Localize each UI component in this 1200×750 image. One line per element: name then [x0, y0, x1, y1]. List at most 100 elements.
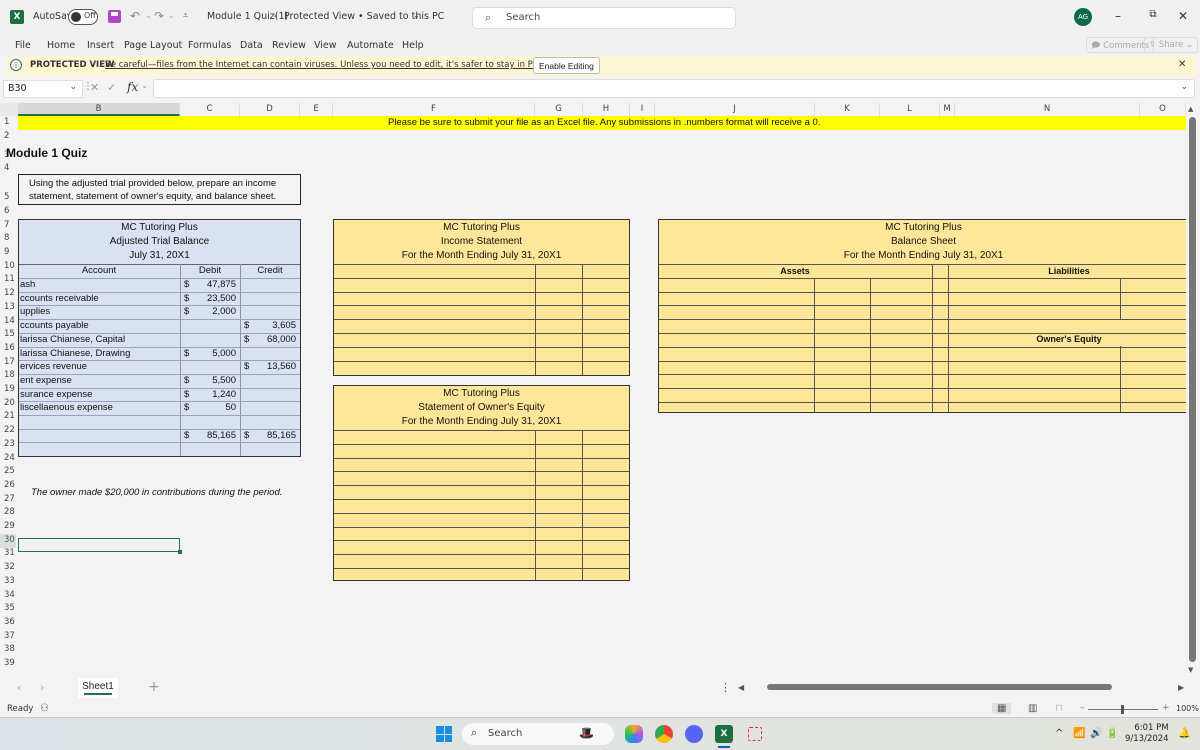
horizontal-scrollbar[interactable] [757, 684, 1177, 691]
name-box[interactable]: B30 ⌄ [3, 80, 83, 98]
expand-formula-icon[interactable]: ⌄ [1180, 82, 1188, 92]
zoom-slider[interactable] [1088, 705, 1158, 714]
zoom-level[interactable]: 100% [1176, 704, 1199, 713]
row-header-1[interactable]: 1 [0, 116, 16, 130]
notifications-icon[interactable]: 🔔 [1178, 728, 1190, 739]
row-header-24[interactable]: 24 [0, 452, 16, 466]
select-all-corner[interactable] [0, 103, 18, 116]
discord-icon[interactable] [685, 725, 703, 743]
selected-cell-b30[interactable] [18, 538, 182, 554]
row-header-11[interactable]: 11 [0, 274, 16, 288]
tab-review[interactable]: Review [272, 40, 306, 51]
chrome-icon[interactable] [655, 725, 673, 743]
column-header-d[interactable]: D [240, 103, 300, 116]
copilot-icon[interactable] [625, 725, 643, 743]
minimize-icon[interactable]: – [1110, 9, 1126, 23]
search-input[interactable]: ⌕ Search [472, 7, 736, 29]
row-header-36[interactable]: 36 [0, 616, 16, 630]
avatar[interactable]: AG [1074, 8, 1092, 26]
tab-automate[interactable]: Automate [347, 40, 394, 51]
vertical-scroll-thumb[interactable] [1189, 117, 1196, 662]
column-header-f[interactable]: F [333, 103, 535, 116]
snipping-tool-icon[interactable] [748, 727, 762, 741]
row-header-5[interactable]: 5 [0, 171, 16, 205]
normal-view-icon[interactable]: ▦ [992, 703, 1012, 714]
scroll-down-icon[interactable]: ▼ [1188, 666, 1193, 674]
redo-dropdown-icon[interactable]: ⌄ [168, 11, 175, 20]
row-header-14[interactable]: 14 [0, 315, 16, 329]
row-header-13[interactable]: 13 [0, 301, 16, 315]
prev-sheet-icon[interactable]: ‹ [17, 681, 21, 694]
row-header-16[interactable]: 16 [0, 342, 16, 356]
chevron-down-icon[interactable]: ⌄ [413, 11, 420, 20]
tab-formulas[interactable]: Formulas [188, 40, 231, 51]
close-icon[interactable]: ✕ [1178, 59, 1186, 70]
cancel-icon[interactable]: ✕ [90, 81, 101, 94]
tab-home[interactable]: Home [47, 40, 75, 51]
horizontal-scroll-thumb[interactable] [767, 684, 1112, 690]
zoom-in-icon[interactable]: + [1162, 703, 1170, 713]
volume-icon[interactable]: 🔊 [1090, 728, 1102, 739]
vertical-scrollbar[interactable]: ▲ ▼ [1186, 103, 1200, 676]
column-header-e[interactable]: E [300, 103, 333, 116]
close-icon[interactable]: ✕ [1175, 9, 1191, 23]
more-options-icon[interactable]: ⋮ [720, 681, 731, 694]
row-header-27[interactable]: 27 [0, 493, 16, 507]
chevron-down-icon[interactable]: ⌄ [69, 82, 77, 92]
autosave-toggle[interactable]: Off [68, 9, 98, 25]
row-header-33[interactable]: 33 [0, 575, 16, 589]
column-header-k[interactable]: K [815, 103, 880, 116]
taskbar-search[interactable]: ⌕ Search 🎩 [462, 723, 614, 745]
tab-insert[interactable]: Insert [87, 40, 114, 51]
scroll-left-icon[interactable]: ◀ [738, 683, 744, 692]
share-button[interactable]: ⇪ Share ⌄ [1144, 37, 1199, 53]
row-header-38[interactable]: 38 [0, 644, 16, 658]
windows-start-icon[interactable] [436, 726, 452, 742]
row-header-7[interactable]: 7 [0, 219, 16, 233]
show-hidden-icons[interactable]: ^ [1055, 728, 1063, 739]
row-header-4[interactable]: 4 [0, 163, 16, 173]
restore-icon[interactable]: ⧉ [1145, 9, 1161, 20]
row-header-39[interactable]: 39 [0, 657, 16, 671]
scroll-right-icon[interactable]: ▶ [1178, 683, 1184, 692]
column-header-b[interactable]: B [18, 103, 180, 116]
tab-file[interactable]: File [15, 40, 31, 51]
row-header-2[interactable]: 2 [0, 130, 16, 144]
next-sheet-icon[interactable]: › [40, 681, 44, 694]
column-header-c[interactable]: C [180, 103, 240, 116]
save-icon[interactable] [108, 10, 121, 23]
row-header-22[interactable]: 22 [0, 425, 16, 439]
row-header-10[interactable]: 10 [0, 260, 16, 274]
customize-qat-icon[interactable]: ⩡ [183, 11, 188, 21]
row-header-31[interactable]: 31 [0, 548, 16, 562]
column-header-o[interactable]: O [1140, 103, 1186, 116]
redo-icon[interactable]: ↷ [154, 9, 164, 23]
row-header-9[interactable]: 9 [0, 246, 16, 260]
wifi-icon[interactable]: 📶 [1073, 728, 1085, 739]
tab-data[interactable]: Data [240, 40, 263, 51]
undo-dropdown-icon[interactable]: ⌄ [145, 11, 152, 20]
row-header-28[interactable]: 28 [0, 507, 16, 521]
column-header-l[interactable]: L [880, 103, 940, 116]
row-header-34[interactable]: 34 [0, 589, 16, 603]
row-header-37[interactable]: 37 [0, 630, 16, 644]
row-header-23[interactable]: 23 [0, 438, 16, 452]
chevron-down-icon[interactable]: ⌄ [141, 81, 150, 90]
sheet-tab-sheet1[interactable]: Sheet1 [78, 678, 118, 698]
row-header-21[interactable]: 21 [0, 411, 16, 425]
enable-editing-button[interactable]: Enable Editing [533, 57, 600, 74]
row-header-19[interactable]: 19 [0, 383, 16, 397]
row-header-20[interactable]: 20 [0, 397, 16, 411]
column-header-n[interactable]: N [955, 103, 1140, 116]
scroll-up-icon[interactable]: ▲ [1188, 105, 1193, 113]
tab-page-layout[interactable]: Page Layout [124, 40, 182, 51]
protected-view-message[interactable]: Be careful—files from the Internet can c… [105, 60, 593, 70]
row-header-8[interactable]: 8 [0, 233, 16, 247]
accessibility-icon[interactable]: ⚇ [40, 703, 49, 714]
document-status[interactable]: Protected View • Saved to this PC [284, 11, 444, 22]
formula-input[interactable]: ⌄ [153, 79, 1195, 98]
column-header-g[interactable]: G [535, 103, 583, 116]
system-clock[interactable]: 6:01 PM 9/13/2024 [1125, 723, 1169, 745]
row-header-30[interactable]: 30 [0, 534, 16, 548]
page-layout-view-icon[interactable]: ▥ [1028, 703, 1037, 714]
